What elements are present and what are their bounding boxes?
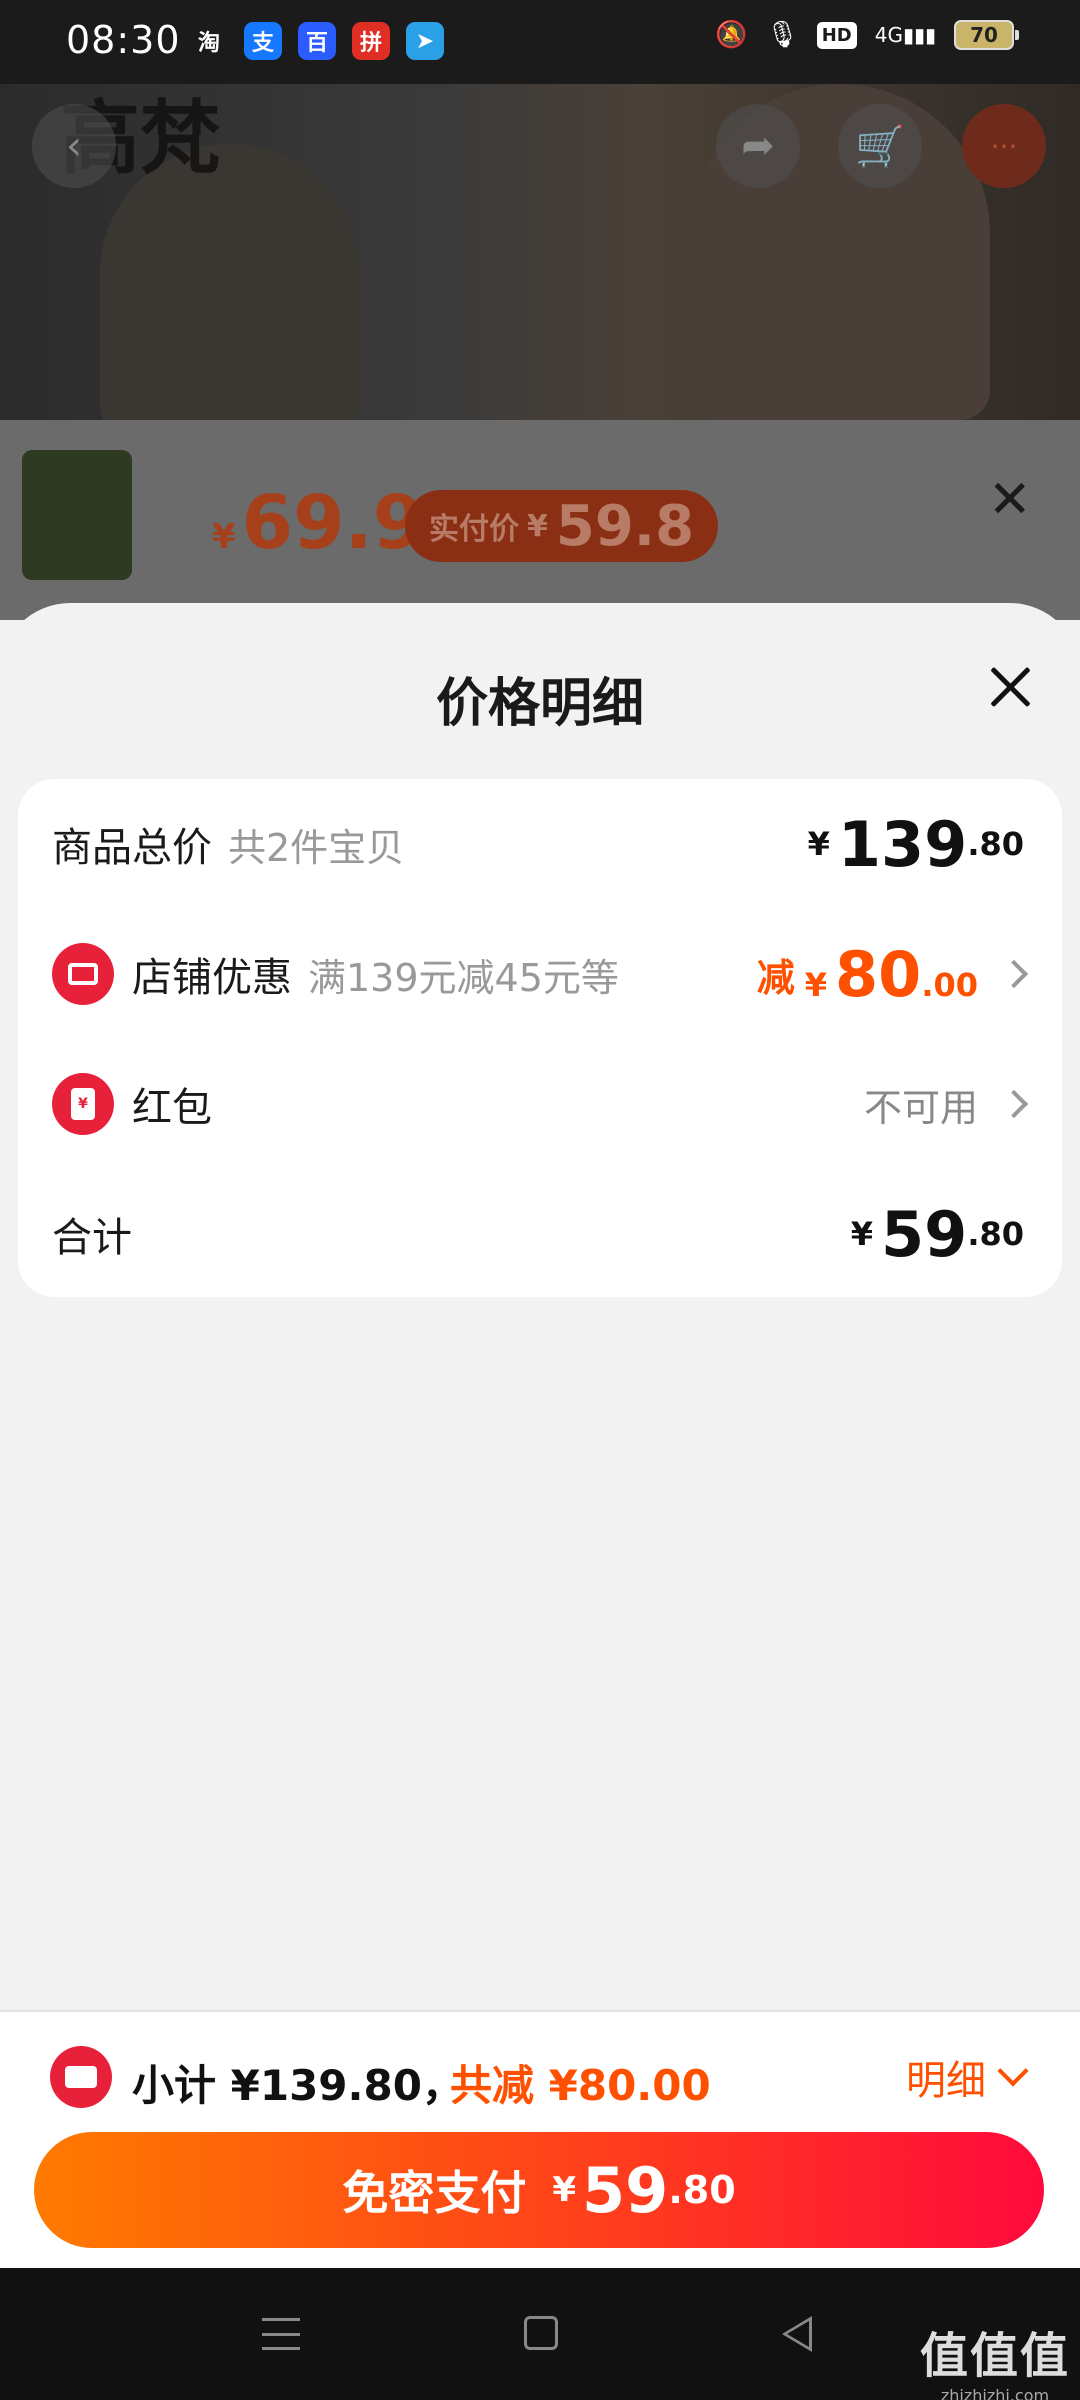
price-value: 69.9 <box>241 480 425 566</box>
checkout-bar: 小计 ¥139.80， 共减 ¥80.00 明细 免密支付 ¥59.80 <box>0 2010 1080 2270</box>
more-icon: ··· <box>990 129 1018 163</box>
alipay-icon: 支 <box>244 22 282 60</box>
real-price-value: 59.8 <box>555 493 695 559</box>
store-discount-amount: 减 ¥80.00 <box>756 909 1029 1039</box>
sum-dec: .80 <box>967 1215 1024 1253</box>
cart-button[interactable]: 🛒 <box>838 104 922 188</box>
battery-icon: 70 <box>954 20 1019 50</box>
notification-apps: 淘 支 百 拼 ➤ <box>190 22 444 60</box>
chevron-right-icon <box>999 1089 1029 1119</box>
total-price: ¥139.80 <box>808 779 1024 909</box>
chevron-left-icon: ‹ <box>66 123 82 169</box>
pay-dec: .80 <box>668 2168 736 2212</box>
product-hero-image: 高梵 ‹ ➦ 🛒 ··· <box>0 84 1080 420</box>
mute-vibrate-icon: 🔕 <box>715 20 748 50</box>
total-reduced-text: 共减 ¥80.00 <box>450 2061 711 2110</box>
pinduoduo-icon: 拼 <box>352 22 390 60</box>
status-time: 08:30 <box>66 18 181 62</box>
cart-icon: 🛒 <box>855 123 905 170</box>
real-price-badge: 实付价 ¥ 59.8 <box>405 490 719 562</box>
store-icon <box>52 943 114 1005</box>
pay-button[interactable]: 免密支付 ¥59.80 <box>34 2132 1044 2248</box>
back-icon[interactable] <box>782 2316 812 2352</box>
total-int: 139 <box>837 807 968 881</box>
back-button[interactable]: ‹ <box>32 104 116 188</box>
sum-int: 59 <box>881 1197 968 1271</box>
network-type: 4G <box>874 23 903 47</box>
total-dec: .80 <box>967 825 1024 863</box>
detail-toggle[interactable]: 明细 <box>906 2048 1029 2106</box>
pay-label: 免密支付 <box>342 2166 527 2220</box>
hd-icon: HD <box>816 21 857 49</box>
microphone-icon: 🎙 <box>765 20 799 50</box>
taobao-icon: 淘 <box>190 22 228 60</box>
close-icon: ✕ <box>988 470 1032 530</box>
menu-icon[interactable] <box>262 2318 300 2350</box>
sheet-title: 价格明细 <box>435 674 644 734</box>
store-discount-rule: 满139元减45元等 <box>308 955 619 1000</box>
more-button[interactable]: ··· <box>962 104 1046 188</box>
store-discount-label: 店铺优惠 <box>132 955 292 1001</box>
red-packet-label: 红包 <box>132 1085 212 1131</box>
telegram-icon: ➤ <box>406 22 444 60</box>
minus-label: 减 <box>756 955 795 1000</box>
real-price-label: 实付价 <box>429 512 519 547</box>
sum-price: ¥59.80 <box>851 1169 1024 1299</box>
total-currency: ¥ <box>807 825 830 863</box>
price-currency: ¥ <box>212 517 236 557</box>
watermark: 值值值 zhizhizhi.com <box>920 2316 1070 2400</box>
real-price-currency: ¥ <box>527 508 548 544</box>
pay-currency: ¥ <box>552 2170 577 2210</box>
row-red-packet[interactable]: ¥ 红包 不可用 <box>18 1039 1062 1169</box>
sum-label: 合计 <box>52 1215 132 1261</box>
chevron-down-icon <box>997 2055 1029 2087</box>
red-packet-status: 不可用 <box>863 1039 1029 1169</box>
coupon-icon <box>50 2046 112 2108</box>
detail-label: 明细 <box>906 2058 986 2104</box>
sku-close-button[interactable]: ✕ <box>988 470 1032 530</box>
status-bar: 08:30 淘 支 百 拼 ➤ 🔕 🎙 HD 4G▮▮▮ 70 <box>0 0 1080 84</box>
watermark-logo: 值值值 <box>919 2328 1070 2384</box>
watermark-url: zhizhizhi.com <box>940 2386 1050 2400</box>
row-total: 商品总价 共2件宝贝 ¥139.80 <box>18 779 1062 909</box>
red-packet-icon: ¥ <box>52 1073 114 1135</box>
price-detail-card: 商品总价 共2件宝贝 ¥139.80 店铺优惠 满139元减45元等 减 ¥80… <box>18 779 1062 1297</box>
close-icon[interactable] <box>988 665 1032 709</box>
sum-currency: ¥ <box>850 1215 874 1253</box>
product-thumbnail <box>22 450 132 580</box>
row-sum: 合计 ¥59.80 <box>18 1169 1062 1299</box>
subtotal-text: 小计 ¥139.80， <box>132 2061 464 2110</box>
baidu-icon: 百 <box>298 22 336 60</box>
home-icon[interactable] <box>524 2316 558 2350</box>
total-label: 商品总价 <box>52 825 212 871</box>
total-count: 共2件宝贝 <box>228 825 405 870</box>
status-indicators: 🔕 🎙 HD 4G▮▮▮ 70 <box>715 20 1019 50</box>
product-price: ¥69.9 <box>212 480 424 566</box>
share-button[interactable]: ➦ <box>716 104 800 188</box>
system-nav-bar <box>0 2268 1080 2400</box>
red-packet-value: 不可用 <box>863 1085 978 1130</box>
share-icon: ➦ <box>741 123 775 169</box>
sku-header: ¥69.9 实付价 ¥ 59.8 <box>0 420 1080 620</box>
discount-currency: ¥ <box>804 965 828 1004</box>
chevron-right-icon <box>999 959 1029 989</box>
discount-int: 80 <box>835 937 922 1011</box>
signal-icon: 4G▮▮▮ <box>874 23 936 47</box>
discount-dec: .00 <box>921 965 978 1004</box>
pay-int: 59 <box>582 2153 669 2227</box>
row-store-discount[interactable]: 店铺优惠 满139元减45元等 减 ¥80.00 <box>18 909 1062 1039</box>
